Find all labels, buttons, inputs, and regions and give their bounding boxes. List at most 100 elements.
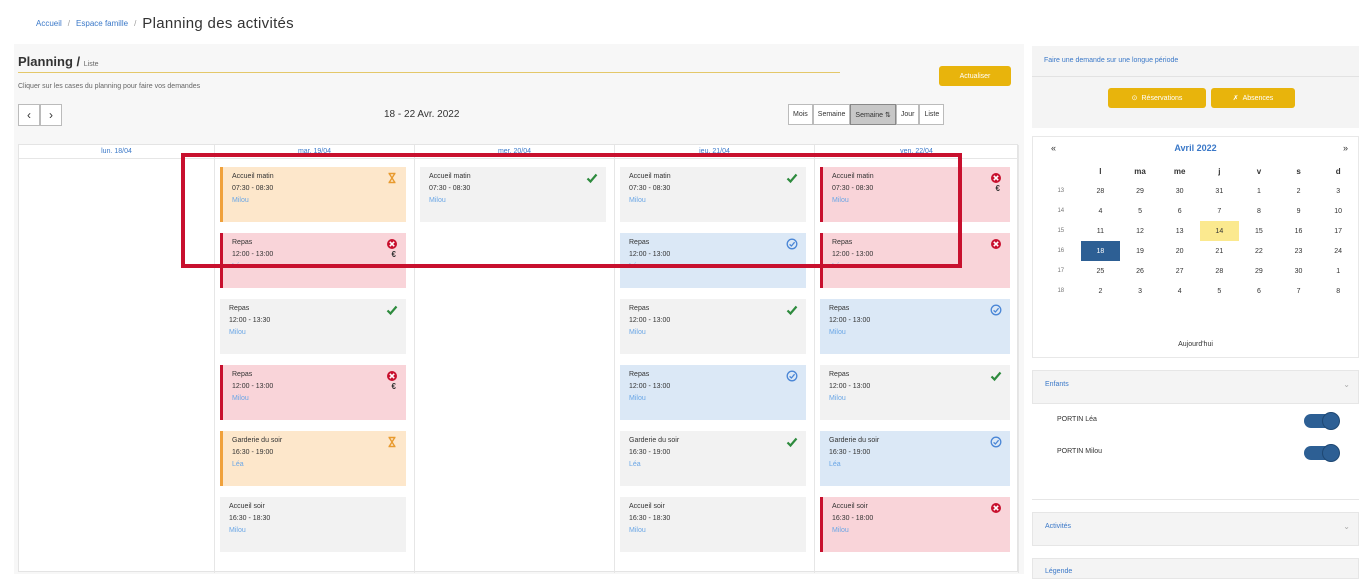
calendar-day[interactable]: 28	[1200, 261, 1240, 281]
legend-section-header[interactable]: Légende	[1032, 558, 1359, 579]
calendar-day[interactable]: 4	[1081, 201, 1121, 221]
calendar-day[interactable]: 30	[1160, 181, 1200, 201]
view-week-button[interactable]: Semaine	[812, 104, 851, 125]
activity-card[interactable]: Garderie du soir 16:30 - 19:00 Léa	[220, 431, 406, 486]
activity-card[interactable]: Repas 12:00 - 13:00 Milou	[820, 299, 1010, 354]
calendar-day[interactable]: 16	[1279, 221, 1319, 241]
activities-section-header[interactable]: Activités ⌄	[1032, 512, 1359, 546]
calendar-day[interactable]: 31	[1200, 181, 1240, 201]
calendar-day[interactable]: 18	[1080, 241, 1121, 261]
calendar-day[interactable]: 2	[1279, 181, 1319, 201]
refused-icon	[991, 173, 1001, 183]
weekday-header: j	[1218, 166, 1221, 176]
calendar-day[interactable]: 29	[1120, 181, 1160, 201]
legend-section-title: Légende	[1045, 568, 1073, 575]
mini-calendar: « Avril 2022 » l ma me j v s d 13 28 29 30 31 1 2 3 14 4…	[1032, 136, 1359, 358]
calendar-day[interactable]: 5	[1200, 281, 1240, 301]
date-range: 18 - 22 Avr. 2022	[384, 109, 460, 120]
breadcrumb-home-link[interactable]: Accueil	[36, 19, 62, 28]
calendar-day[interactable]: 20	[1160, 241, 1200, 261]
status-badge	[786, 436, 798, 448]
view-list-button[interactable]: Liste	[919, 104, 945, 125]
children-section-header[interactable]: Enfants ⌄	[1032, 370, 1359, 404]
absences-button[interactable]: ✗ Absences	[1211, 88, 1295, 108]
calendar-day[interactable]: 22	[1239, 241, 1279, 261]
week-number: 18	[1057, 288, 1065, 294]
calendar-next-icon[interactable]: »	[1343, 143, 1348, 153]
activity-child: Léa	[232, 461, 244, 468]
status-badge	[990, 502, 1002, 514]
long-period-panel: Faire une demande sur une longue période…	[1032, 46, 1359, 128]
calendar-day[interactable]: 25	[1081, 261, 1121, 281]
calendar-day[interactable]: 1	[1239, 181, 1279, 201]
calendar-day[interactable]: 23	[1279, 241, 1319, 261]
chevron-down-icon: ⌄	[1343, 380, 1350, 389]
view-week-vertical-button[interactable]: Semaine ⇅	[850, 104, 896, 125]
activity-title: Garderie du soir	[232, 437, 283, 444]
calendar-day[interactable]: 6	[1160, 201, 1200, 221]
activity-card[interactable]: Garderie du soir 16:30 - 19:00 Léa	[820, 431, 1010, 486]
calendar-day[interactable]: 3	[1318, 181, 1358, 201]
activity-title: Garderie du soir	[829, 437, 880, 444]
check-icon	[786, 305, 798, 316]
view-day-button[interactable]: Jour	[895, 104, 920, 125]
status-badge	[386, 370, 398, 382]
calendar-day[interactable]: 7	[1200, 201, 1240, 221]
calendar-day[interactable]: 17	[1318, 221, 1358, 241]
pending-icon	[990, 436, 1002, 448]
calendar-day[interactable]: 26	[1120, 261, 1160, 281]
refresh-button[interactable]: Actualiser	[939, 66, 1011, 86]
activity-card[interactable]: Repas 12:00 - 13:30 Milou	[220, 299, 406, 354]
calendar-day[interactable]: 7	[1279, 281, 1319, 301]
calendar-day[interactable]: 4	[1160, 281, 1200, 301]
absences-label: Absences	[1242, 94, 1274, 102]
calendar-day[interactable]: 12	[1120, 221, 1160, 241]
activity-time: 16:30 - 19:00	[232, 449, 274, 456]
calendar-day[interactable]: 8	[1239, 201, 1279, 221]
activity-card[interactable]: Repas 12:00 - 13:00 Milou €	[220, 365, 406, 420]
calendar-day[interactable]: 28	[1081, 181, 1121, 201]
activity-card[interactable]: Accueil soir 16:30 - 18:30 Milou	[220, 497, 406, 552]
activity-card[interactable]: Repas 12:00 - 13:00 Milou	[620, 365, 806, 420]
activity-card[interactable]: Garderie du soir 16:30 - 19:00 Léa	[620, 431, 806, 486]
calendar-today-link[interactable]: Aujourd'hui	[1033, 341, 1358, 348]
activity-title: Accueil soir	[832, 503, 868, 510]
calendar-day[interactable]: 3	[1120, 281, 1160, 301]
calendar-day[interactable]: 29	[1239, 261, 1279, 281]
calendar-day[interactable]: 9	[1279, 201, 1319, 221]
calendar-day[interactable]: 30	[1279, 261, 1319, 281]
status-badge	[990, 304, 1002, 316]
calendar-table: l ma me j v s d 13 28 29 30 31 1 2 3 14 4 5 6 7 8 9 10 15 11 12 13…	[1041, 161, 1358, 301]
activity-card[interactable]: Repas 12:00 - 13:00 Milou	[620, 299, 806, 354]
activity-card[interactable]: Accueil soir 16:30 - 18:00 Milou	[820, 497, 1010, 552]
calendar-day[interactable]: 1	[1318, 261, 1358, 281]
view-month-button[interactable]: Mois	[788, 104, 813, 125]
reservations-button[interactable]: ⊙ Réservations	[1108, 88, 1206, 108]
calendar-day[interactable]: 6	[1239, 281, 1279, 301]
breadcrumb-family-link[interactable]: Espace famille	[76, 19, 128, 28]
child-toggle-lea[interactable]	[1304, 412, 1340, 430]
calendar-day[interactable]: 19	[1120, 241, 1160, 261]
calendar-day[interactable]: 10	[1318, 201, 1358, 221]
calendar-day[interactable]: 2	[1081, 281, 1121, 301]
calendar-day[interactable]: 14	[1199, 221, 1240, 241]
calendar-day[interactable]: 11	[1081, 221, 1121, 241]
activity-time: 12:00 - 13:00	[829, 317, 871, 324]
calendar-day[interactable]: 27	[1160, 261, 1200, 281]
child-toggle-milou[interactable]	[1304, 444, 1340, 462]
calendar-day[interactable]: 5	[1120, 201, 1160, 221]
activity-card[interactable]: Repas 12:00 - 13:00 Milou	[820, 365, 1010, 420]
calendar-month-title[interactable]: Avril 2022	[1033, 143, 1358, 153]
calendar-day[interactable]: 24	[1318, 241, 1358, 261]
calendar-day[interactable]: 8	[1318, 281, 1358, 301]
activity-card[interactable]: Accueil soir 16:30 - 18:30 Milou	[620, 497, 806, 552]
activity-title: Accueil soir	[229, 503, 265, 510]
calendar-day[interactable]: 21	[1200, 241, 1240, 261]
calendar-day[interactable]: 13	[1160, 221, 1200, 241]
calendar-day[interactable]: 15	[1239, 221, 1279, 241]
refused-icon	[991, 239, 1001, 249]
planning-view-subtitle: Liste	[83, 61, 99, 68]
next-week-button[interactable]: ›	[40, 104, 62, 126]
activity-title: Repas	[232, 371, 253, 378]
previous-week-button[interactable]: ‹	[18, 104, 40, 126]
